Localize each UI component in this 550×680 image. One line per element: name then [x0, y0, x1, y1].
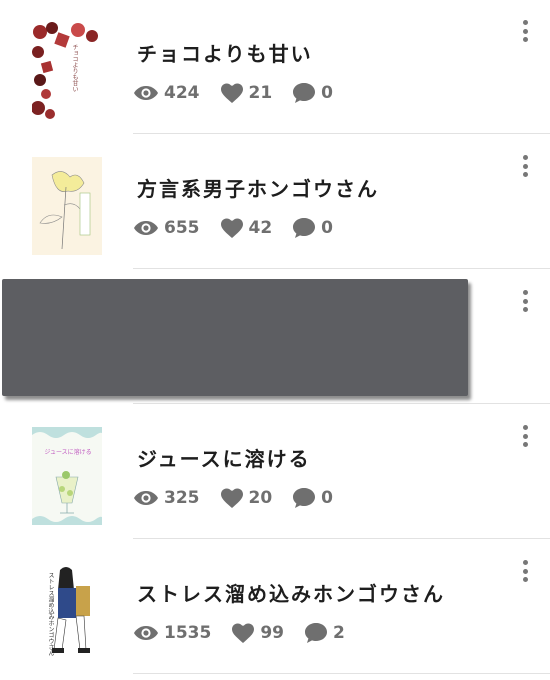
divider — [133, 268, 550, 269]
list-item[interactable]: 方言系男子ホンゴウさん 655 42 0 — [0, 135, 550, 269]
more-options-button[interactable] — [514, 153, 536, 179]
stats-row: 655 42 0 — [133, 215, 353, 241]
like-count: 20 — [220, 487, 273, 509]
comment-count-value: 0 — [321, 488, 334, 508]
comment-icon — [293, 218, 316, 238]
comment-icon — [305, 623, 327, 643]
eye-icon — [134, 491, 158, 505]
more-options-button[interactable] — [514, 558, 536, 584]
view-count: 1535 — [133, 623, 211, 643]
cover-image — [32, 427, 102, 525]
like-count: 21 — [220, 82, 273, 104]
stats-row: 424 21 0 — [133, 80, 353, 106]
more-vert-icon — [522, 425, 528, 430]
cover-thumbnail[interactable] — [32, 157, 102, 255]
comment-count: 0 — [292, 217, 333, 239]
like-count: 99 — [231, 622, 284, 644]
heart-icon — [220, 488, 243, 508]
divider — [133, 673, 550, 674]
view-count-value: 424 — [164, 83, 200, 103]
like-count-value: 21 — [248, 83, 273, 103]
more-vert-icon — [522, 155, 528, 160]
divider — [133, 133, 550, 134]
comment-count-value: 0 — [321, 83, 334, 103]
view-count: 325 — [133, 488, 200, 508]
view-count-value: 1535 — [164, 623, 212, 643]
stats-row: 1535 99 2 — [133, 620, 365, 646]
divider — [133, 403, 550, 404]
cover-title-text: ストレス溜め込みホンゴウさん — [47, 572, 54, 656]
eye-icon — [134, 86, 158, 100]
more-vert-icon — [522, 20, 528, 25]
cover-thumbnail[interactable]: ジュースに溶ける — [32, 427, 102, 525]
eye-icon — [134, 626, 158, 640]
eye-icon — [134, 221, 158, 235]
list-item[interactable]: チョコよりも甘い チョコよりも甘い 424 21 0 — [0, 0, 550, 134]
cover-title-text: ジュースに溶ける — [44, 449, 92, 456]
heart-icon — [220, 218, 243, 238]
heart-icon — [220, 83, 243, 103]
comment-count: 2 — [304, 622, 345, 644]
comment-count: 0 — [292, 82, 333, 104]
list-item[interactable]: ジュースに溶ける ジュースに溶ける 325 20 0 — [0, 405, 550, 539]
comment-count: 0 — [292, 487, 333, 509]
more-vert-icon — [522, 560, 528, 565]
story-title[interactable]: ストレス溜め込みホンゴウさん — [137, 578, 445, 607]
cover-thumbnail[interactable]: チョコよりも甘い — [32, 22, 102, 120]
cover-thumbnail[interactable]: ストレス溜め込みホンゴウさん — [32, 562, 102, 660]
more-vert-icon — [522, 290, 528, 295]
more-options-button[interactable] — [514, 18, 536, 44]
view-count-value: 325 — [164, 488, 200, 508]
story-title[interactable]: チョコよりも甘い — [137, 38, 313, 67]
cover-image — [32, 22, 102, 120]
story-title[interactable]: 方言系男子ホンゴウさん — [137, 173, 379, 202]
like-count-value: 99 — [260, 623, 284, 643]
like-count-value: 42 — [248, 218, 273, 238]
view-count-value: 655 — [164, 218, 200, 238]
cover-image — [32, 157, 102, 255]
stats-row: 325 20 0 — [133, 485, 353, 511]
redaction-block — [2, 279, 468, 396]
view-count: 655 — [133, 218, 200, 238]
comment-count-value: 0 — [321, 218, 334, 238]
divider — [133, 538, 550, 539]
more-options-button[interactable] — [514, 423, 536, 449]
like-count-value: 20 — [248, 488, 273, 508]
heart-icon — [232, 623, 255, 643]
like-count: 42 — [220, 217, 273, 239]
cover-title-text: チョコよりも甘い — [71, 44, 78, 92]
comment-icon — [293, 488, 316, 508]
story-title[interactable]: ジュースに溶ける — [137, 443, 311, 472]
list-item[interactable]: ストレス溜め込みホンゴウさん ストレス溜め込みホンゴウさん 1535 99 2 — [0, 540, 550, 674]
comment-count-value: 2 — [333, 623, 345, 643]
comment-icon — [293, 83, 316, 103]
more-options-button[interactable] — [514, 288, 536, 314]
view-count: 424 — [133, 83, 200, 103]
